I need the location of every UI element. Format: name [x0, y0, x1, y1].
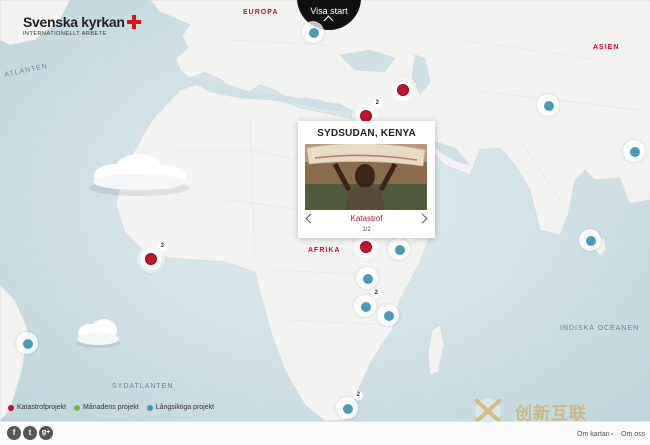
legend-item-long-term[interactable]: Långsiktiga projekt: [146, 404, 215, 411]
popup-category[interactable]: Katastrof: [298, 214, 435, 223]
twitter-icon[interactable]: t: [23, 426, 37, 440]
legend-label: Månadens projekt: [83, 404, 139, 411]
person-carrying-sack-photo[interactable]: [305, 144, 427, 210]
brand-name: Svenska kyrkan: [23, 14, 125, 30]
region-label-afrika: AFRIKA: [308, 247, 341, 254]
project-marker-long-term[interactable]: [16, 332, 38, 354]
legend-dot-icon: [8, 404, 14, 411]
popup-pager: 1/2: [362, 227, 371, 233]
project-marker-long-term[interactable]: [579, 229, 601, 251]
legend-dot-icon: [74, 404, 81, 411]
project-marker-disaster-selected[interactable]: [355, 236, 377, 258]
project-marker-long-term[interactable]: 2: [336, 391, 363, 419]
legend-label: Långsiktiga projekt: [155, 404, 215, 411]
sea-label-sydatlanten: SYDATLANTEN: [112, 383, 174, 390]
chevron-up-icon: [323, 15, 334, 26]
legend-item-disaster[interactable]: Katastrofprojekt: [8, 404, 66, 411]
watermark-text: 创新互联: [515, 403, 587, 423]
region-label-asien: ASIEN: [593, 44, 620, 51]
footer-separator-dot: [611, 433, 613, 435]
region-label-europa: EUROPA: [243, 9, 279, 16]
project-marker-long-term[interactable]: [623, 140, 645, 162]
marker-count: 3: [157, 242, 167, 251]
footer-link-om-oss[interactable]: Om oss: [621, 431, 645, 438]
facebook-icon[interactable]: f: [7, 426, 21, 440]
googleplus-icon[interactable]: g+: [39, 426, 53, 440]
marker-count: 2: [353, 391, 363, 400]
cloud-left: [89, 154, 189, 196]
marker-count: 2: [371, 289, 381, 298]
project-marker-long-term[interactable]: [537, 94, 559, 116]
legend-dot-icon: [146, 404, 153, 411]
map-legend: Katastrofprojekt Månadens projekt Långsi…: [8, 404, 214, 411]
project-marker-disaster[interactable]: 3: [140, 242, 167, 270]
cloud-bottom: [76, 319, 120, 348]
legend-label: Katastrofprojekt: [17, 404, 67, 411]
red-cross-icon: [126, 15, 141, 29]
project-marker-long-term[interactable]: 2: [388, 232, 415, 260]
project-marker-long-term[interactable]: [377, 304, 399, 326]
marker-count: 2: [372, 99, 382, 108]
legend-item-monthly[interactable]: Månadens projekt: [74, 404, 139, 411]
project-marker-disaster[interactable]: [392, 79, 414, 101]
popup-title: SYDSUDAN, KENYA: [317, 128, 416, 139]
project-marker-long-term[interactable]: 2: [354, 289, 381, 317]
sea-label-indiska-oceanen: INDISKA OCEANEN: [560, 325, 640, 332]
visa-start-label: Visa start: [310, 6, 348, 16]
brand-subtitle: INTERNATIONELLT ARBETE: [23, 31, 107, 37]
project-marker-long-term[interactable]: [302, 21, 324, 43]
project-marker-long-term[interactable]: [356, 267, 378, 289]
project-popup[interactable]: SYDSUDAN, KENYA Katastrof 1/2: [298, 121, 435, 238]
footer-bar: f t g+ Om kartan Om oss: [0, 421, 650, 445]
brand-logo[interactable]: Svenska kyrkan INTERNATIONELLT ARBETE: [23, 14, 141, 37]
map-stage[interactable]: Svenska kyrkan INTERNATIONELLT ARBETE Vi…: [0, 0, 650, 445]
footer-link-om-kartan[interactable]: Om kartan: [577, 431, 610, 438]
